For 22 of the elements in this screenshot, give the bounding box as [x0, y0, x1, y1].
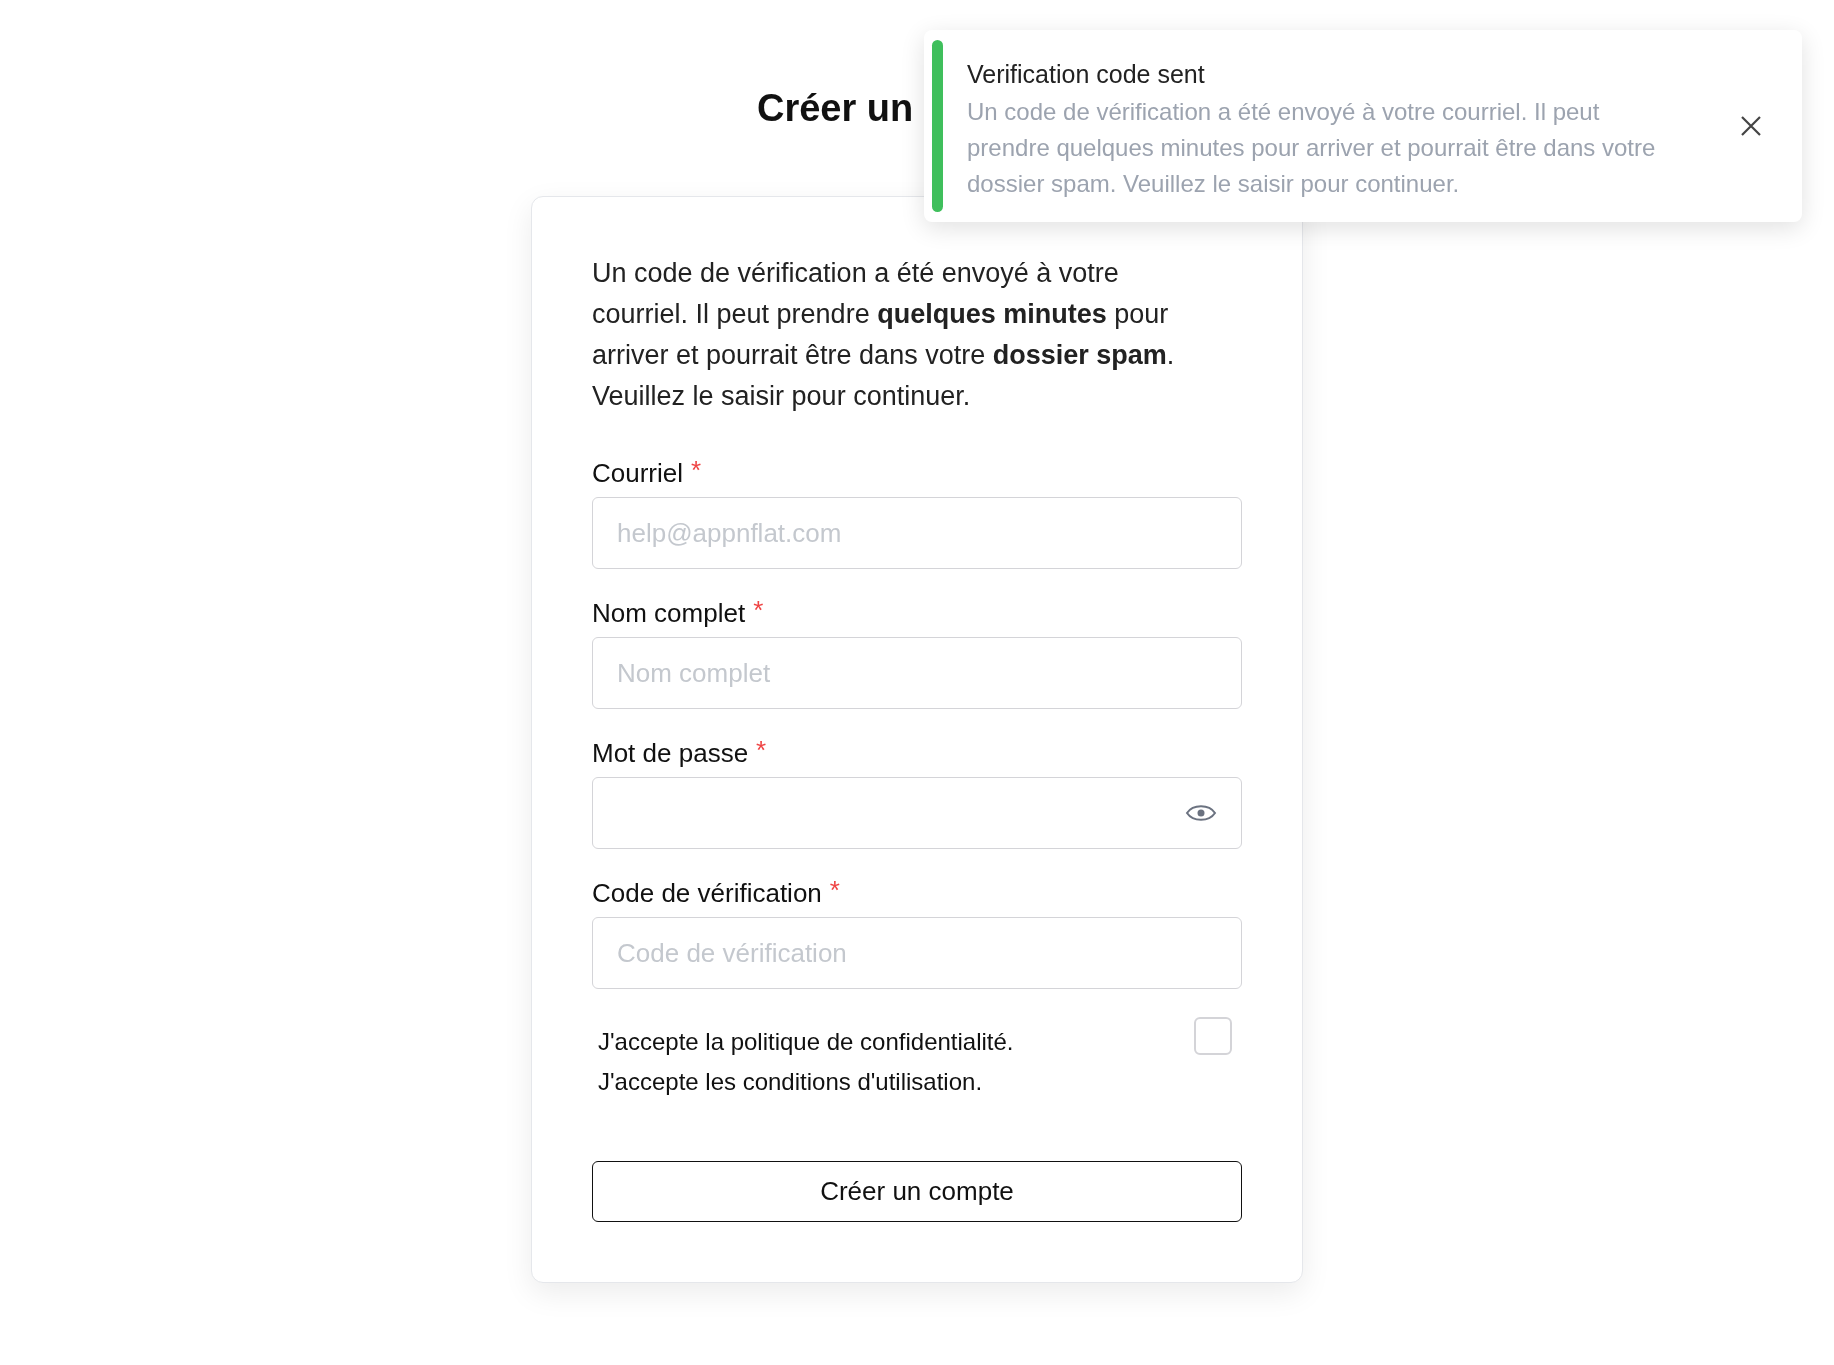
agreement-text: J'accepte les conditions d'utilisation. — [598, 1067, 984, 1097]
close-icon[interactable] — [1740, 115, 1762, 137]
required-mark: * — [691, 457, 702, 483]
field-label: Mot de passe — [592, 737, 749, 769]
page-title: Créer un — [757, 86, 914, 131]
field-label: Courriel — [592, 457, 684, 489]
input-field[interactable]: Nom complet — [592, 637, 1242, 709]
submit-button[interactable]: Créer un compte — [592, 1161, 1242, 1222]
field-label: Nom complet — [592, 597, 746, 629]
input-field[interactable]: Code de vérification — [592, 917, 1242, 989]
intro-text: Un code de vérification a été envoyé à votre courriel. Il peut prendre quelques minutes pour arriver et pourrait être dans votre dossier spam. Veuillez le saisir pour continuer. — [592, 257, 1176, 413]
field-label: Code de vérification — [592, 877, 822, 909]
input-field[interactable]: help@appnflat.com — [592, 497, 1242, 569]
toast-title: Verification code sent — [967, 59, 1206, 90]
password-field[interactable] — [592, 777, 1242, 849]
agreement-checkbox[interactable] — [1194, 1017, 1232, 1055]
toast-message: Un code de vérification a été envoyé à votre courriel. Il peut prendre quelques minutes pour arriver et pourrait être dans votre dossier spam. Veuillez le saisir pour continuer. — [967, 97, 1657, 199]
required-mark: * — [756, 737, 767, 763]
required-mark: * — [753, 597, 764, 623]
required-mark: * — [829, 877, 840, 903]
eye-icon[interactable] — [1185, 802, 1217, 824]
agreement-text: J'accepte la politique de confidentialité. — [598, 1027, 1014, 1057]
